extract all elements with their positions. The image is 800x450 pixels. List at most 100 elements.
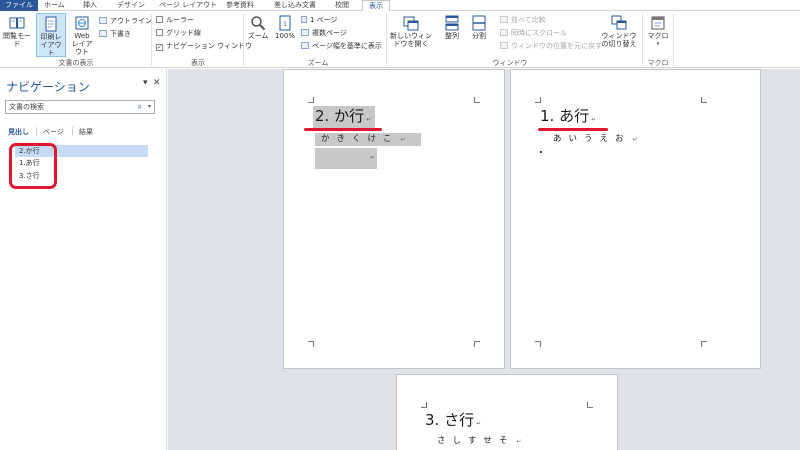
split-button[interactable]: 分割	[468, 15, 490, 40]
close-icon[interactable]: ✕	[153, 78, 161, 88]
zoom-100-button[interactable]: 1 100%	[273, 15, 297, 40]
read-mode-button[interactable]: 閲覧モード	[2, 15, 32, 48]
checkmark-icon: ✓	[156, 44, 163, 51]
group-divider	[243, 14, 244, 66]
arrange-icon	[445, 15, 459, 31]
body-text: さしすせそ	[437, 436, 515, 446]
outline-icon	[99, 17, 107, 24]
arrange-all-label: 整列	[445, 32, 459, 40]
heading-2-ka[interactable]: 2. か行 ↵	[313, 106, 375, 130]
nav-options-icon[interactable]: ▾	[143, 78, 148, 88]
one-page-button[interactable]: 1 ページ	[301, 15, 338, 25]
document-page[interactable]: 1. あ行 ↵ あいうえお ↵	[510, 69, 761, 369]
tab-home[interactable]: ホーム	[44, 0, 65, 11]
tab-design[interactable]: デザイン	[117, 0, 145, 11]
checkbox-box	[156, 29, 163, 36]
group-label-macro: マクロ	[647, 59, 669, 67]
reset-window-label: ウィンドウの位置を元に戻す	[511, 42, 602, 50]
draft-icon	[99, 30, 107, 37]
multi-page-button[interactable]: 複数ページ	[301, 28, 347, 38]
page-zoom-icon: 1	[279, 15, 291, 31]
document-page[interactable]: 2. か行 ↵ かきくけこ ↵ ↵	[283, 69, 505, 369]
side-by-side-button[interactable]: 並べて比較	[500, 15, 546, 25]
gridlines-label: グリッド線	[166, 29, 201, 37]
svg-text:1: 1	[283, 21, 287, 28]
crop-mark	[701, 97, 707, 103]
reset-window-button[interactable]: ウィンドウの位置を元に戻す	[500, 41, 602, 51]
paragraph-mark: ↵	[476, 420, 482, 427]
switch-window-label: ウィンドウの切り替え	[601, 32, 637, 48]
macro-button[interactable]: マクロ ▾	[646, 15, 670, 48]
navigation-pane: ナビゲーション ▾ ✕ 文書の検索 ⌕ ▾ 見出し ページ 結果 2.か行 1.…	[0, 69, 167, 450]
group-label-views: 文書の表示	[58, 59, 94, 67]
arrange-all-button[interactable]: 整列	[441, 15, 463, 40]
checkbox-box	[156, 16, 163, 23]
zoom-button[interactable]: ズーム	[246, 15, 270, 40]
tab-insert[interactable]: 挿入	[83, 0, 97, 11]
one-page-label: 1 ページ	[310, 16, 338, 24]
switch-window-button[interactable]: ウィンドウの切り替え	[600, 15, 638, 48]
page-width-label: ページ幅を基準に表示	[312, 42, 382, 50]
paragraph-mark: ↵	[400, 136, 406, 143]
crop-mark	[701, 341, 707, 347]
web-layout-button[interactable]: Webレイアウト	[68, 15, 96, 56]
paragraph-mark: ↵	[632, 136, 638, 143]
chevron-down-icon: ▾	[656, 41, 660, 47]
ribbon-tab-bar: ファイル ホーム 挿入 デザイン ページ レイアウト 参考資料 差し込み文書 校…	[0, 0, 800, 12]
tab-file[interactable]: ファイル	[0, 0, 38, 11]
sync-scroll-label: 同時にスクロール	[511, 29, 567, 37]
text-cursor	[540, 151, 542, 153]
divider	[72, 127, 73, 136]
heading-3-sa[interactable]: 3. さ行 ↵	[425, 410, 481, 434]
one-page-icon	[301, 16, 307, 23]
divider	[36, 127, 37, 136]
document-area[interactable]: 2. か行 ↵ かきくけこ ↵ ↵ 1. あ行 ↵ あいうえお ↵ 3. さ行 ↵ さし	[168, 69, 800, 450]
heading-text: 2. か行	[315, 107, 365, 125]
body-line-sa[interactable]: さしすせそ ↵	[437, 435, 521, 448]
ruler-checkbox[interactable]: ルーラー	[156, 15, 194, 25]
outline-label: アウトライン	[110, 17, 152, 25]
tab-pages[interactable]: ページ	[43, 127, 64, 137]
outline-button[interactable]: アウトライン	[99, 16, 152, 26]
selection-block: ↵	[315, 148, 377, 169]
tab-mailings[interactable]: 差し込み文書	[274, 0, 316, 11]
zoom-100-label: 100%	[274, 32, 295, 40]
paragraph-mark: ↵	[591, 116, 597, 123]
tab-references[interactable]: 参考資料	[226, 0, 254, 11]
nav-pane-title: ナビゲーション	[6, 80, 90, 94]
search-icon[interactable]: ⌕	[138, 101, 142, 113]
tab-review[interactable]: 校閲	[335, 0, 349, 11]
split-label: 分割	[472, 32, 486, 40]
paragraph-mark: ↵	[366, 116, 372, 123]
document-page[interactable]: 3. さ行 ↵ さしすせそ ↵	[396, 374, 618, 450]
draft-button[interactable]: 下書き	[99, 29, 131, 39]
print-layout-button[interactable]: 印刷レイアウト	[36, 13, 66, 57]
chevron-down-icon[interactable]: ▾	[148, 101, 151, 113]
heading-1-a[interactable]: 1. あ行 ↵	[540, 106, 596, 130]
page-width-button[interactable]: ページ幅を基準に表示	[301, 41, 382, 51]
magnifier-icon	[251, 16, 266, 31]
sync-scroll-button[interactable]: 同時にスクロール	[500, 28, 567, 38]
tab-results[interactable]: 結果	[79, 127, 93, 137]
heading-text: 3. さ行	[425, 411, 475, 429]
print-layout-label: 印刷レイアウト	[40, 33, 62, 57]
read-mode-label: 閲覧モード	[3, 32, 31, 48]
tab-page-layout[interactable]: ページ レイアウト	[159, 0, 217, 11]
annotation-underline	[304, 128, 382, 131]
tab-headings[interactable]: 見出し	[8, 127, 29, 137]
gridlines-checkbox[interactable]: グリッド線	[156, 28, 201, 38]
globe-icon	[75, 16, 89, 30]
side-by-side-label: 並べて比較	[511, 16, 546, 24]
draft-label: 下書き	[110, 30, 131, 38]
heading-text: 1. あ行	[540, 107, 590, 125]
nav-pane-checkbox[interactable]: ✓ ナビゲーション ウィンドウ	[156, 41, 252, 51]
sync-scroll-icon	[500, 29, 508, 36]
paragraph-mark: ↵	[516, 438, 522, 445]
crop-mark	[421, 402, 427, 408]
body-line-ka[interactable]: かきくけこ ↵	[315, 133, 421, 146]
body-line-a[interactable]: あいうえお ↵	[553, 133, 638, 146]
search-placeholder: 文書の検索	[9, 103, 44, 111]
new-window-button[interactable]: 新しいウィンドウを開く	[389, 15, 433, 48]
annotation-highlight	[9, 143, 57, 189]
search-input[interactable]: 文書の検索 ⌕ ▾	[5, 100, 155, 114]
